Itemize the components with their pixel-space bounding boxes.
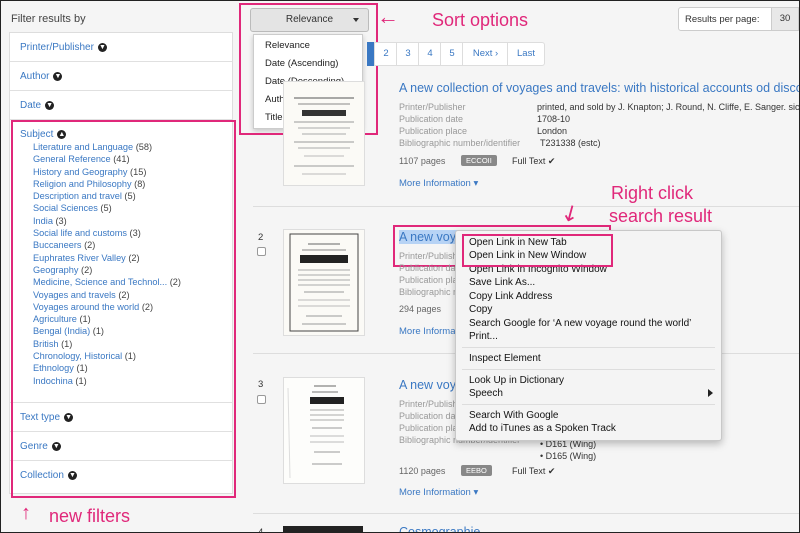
meta-label: Publication date xyxy=(399,263,464,273)
left-arrow-icon: ← xyxy=(377,4,399,29)
result-checkbox[interactable] xyxy=(257,247,266,256)
ctx-search-with-google[interactable]: Search With Google xyxy=(469,410,559,421)
result-number: 2 xyxy=(258,232,264,243)
ctx-copy-link-address[interactable]: Copy Link Address xyxy=(469,291,552,302)
result-thumbnail[interactable] xyxy=(283,229,365,336)
page-count: 1107 pages xyxy=(399,156,446,166)
chevron-down-icon: ▼ xyxy=(97,42,107,52)
page-2[interactable]: 2 xyxy=(374,42,398,66)
next-page[interactable]: Next › xyxy=(462,42,509,66)
up-arrow-icon: ↑ xyxy=(21,502,31,524)
ctx-print[interactable]: Print... xyxy=(469,331,498,342)
sort-options-annotation: Sort options xyxy=(432,10,529,30)
result-number: 3 xyxy=(258,379,264,390)
more-information-link[interactable]: More Information ▾ xyxy=(399,178,478,189)
result-divider xyxy=(253,206,799,207)
results-per-page: Results per page: 30 xyxy=(678,7,799,31)
ctx-inspect-element[interactable]: Inspect Element xyxy=(469,353,541,364)
ctx-separator xyxy=(462,369,715,370)
new-filters-highlight xyxy=(11,120,236,498)
facet-label: Date ▼ xyxy=(20,100,55,111)
collection-badge: ECCOII xyxy=(461,155,497,166)
right-click-annotation-1: Right click xyxy=(611,183,694,203)
meta-label: Printer/Publisher xyxy=(399,102,466,112)
meta-value: printed, and sold by J. Knapton; J. Roun… xyxy=(537,102,800,112)
facet-printer-publisher[interactable]: Printer/Publisher ▼ xyxy=(10,33,232,62)
result-thumbnail[interactable] xyxy=(283,526,363,532)
page-3[interactable]: 3 xyxy=(396,42,420,66)
ctx-search-google-for[interactable]: Search Google for ‘A new voyage round th… xyxy=(469,318,691,329)
page-5[interactable]: 5 xyxy=(440,42,464,66)
meta-value: • D165 (Wing) xyxy=(540,451,597,461)
ctx-copy[interactable]: Copy xyxy=(469,304,492,315)
facet-label: Author ▼ xyxy=(20,71,63,82)
results-per-page-30[interactable]: 30 xyxy=(771,7,799,31)
new-filters-annotation: new filters xyxy=(49,506,131,526)
ctx-save-link[interactable]: Save Link As... xyxy=(469,277,535,288)
meta-label: Publication date xyxy=(399,114,464,124)
submenu-arrow-icon xyxy=(708,389,713,397)
results-per-page-label: Results per page: xyxy=(685,14,760,25)
full-text-indicator: Full Text ✔ xyxy=(512,156,556,166)
meta-label: Bibliographic number/identifier xyxy=(399,138,521,148)
ctx-separator xyxy=(462,347,715,348)
page-4[interactable]: 4 xyxy=(418,42,442,66)
facet-author[interactable]: Author ▼ xyxy=(10,62,232,91)
right-click-annotation-2: search result xyxy=(609,206,713,226)
ctx-look-up[interactable]: Look Up in Dictionary xyxy=(469,375,564,386)
chevron-down-icon: ▼ xyxy=(53,71,63,81)
page-count: 1120 pages xyxy=(399,466,446,476)
ctx-speech[interactable]: Speech xyxy=(469,388,503,399)
ctx-add-to-itunes[interactable]: Add to iTunes as a Spoken Track xyxy=(469,423,616,434)
full-text-indicator: Full Text ✔ xyxy=(512,466,556,476)
meta-label: Publication date xyxy=(399,411,464,421)
result-thumbnail[interactable] xyxy=(283,81,365,186)
result-checkbox[interactable] xyxy=(257,395,266,404)
filter-heading: Filter results by xyxy=(11,13,86,25)
result-thumbnail[interactable] xyxy=(283,377,365,484)
result-divider xyxy=(253,513,799,514)
facet-date[interactable]: Date ▼ xyxy=(10,91,232,120)
meta-value: T231338 (estc) xyxy=(540,138,601,148)
result-number: 4 xyxy=(258,527,264,533)
facet-label: Printer/Publisher ▼ xyxy=(20,42,107,53)
meta-label: Publication place xyxy=(399,126,468,136)
open-link-highlight xyxy=(462,234,613,267)
more-information-link[interactable]: More Information ▾ xyxy=(399,487,478,498)
screenshot-frame: Filter results by Printer/Publisher ▼ Aut… xyxy=(0,0,800,533)
result-title[interactable]: A new collection of voyages and travels:… xyxy=(399,81,799,95)
chevron-down-icon: ▼ xyxy=(45,100,55,110)
collection-badge: EEBO xyxy=(461,465,492,476)
ctx-separator xyxy=(462,404,715,405)
last-page[interactable]: Last xyxy=(507,42,545,66)
meta-value: 1708-10 xyxy=(537,114,571,124)
page-count: 294 pages xyxy=(399,304,442,314)
meta-value: London xyxy=(537,126,568,136)
result-title[interactable]: Cosmographie xyxy=(399,525,480,532)
